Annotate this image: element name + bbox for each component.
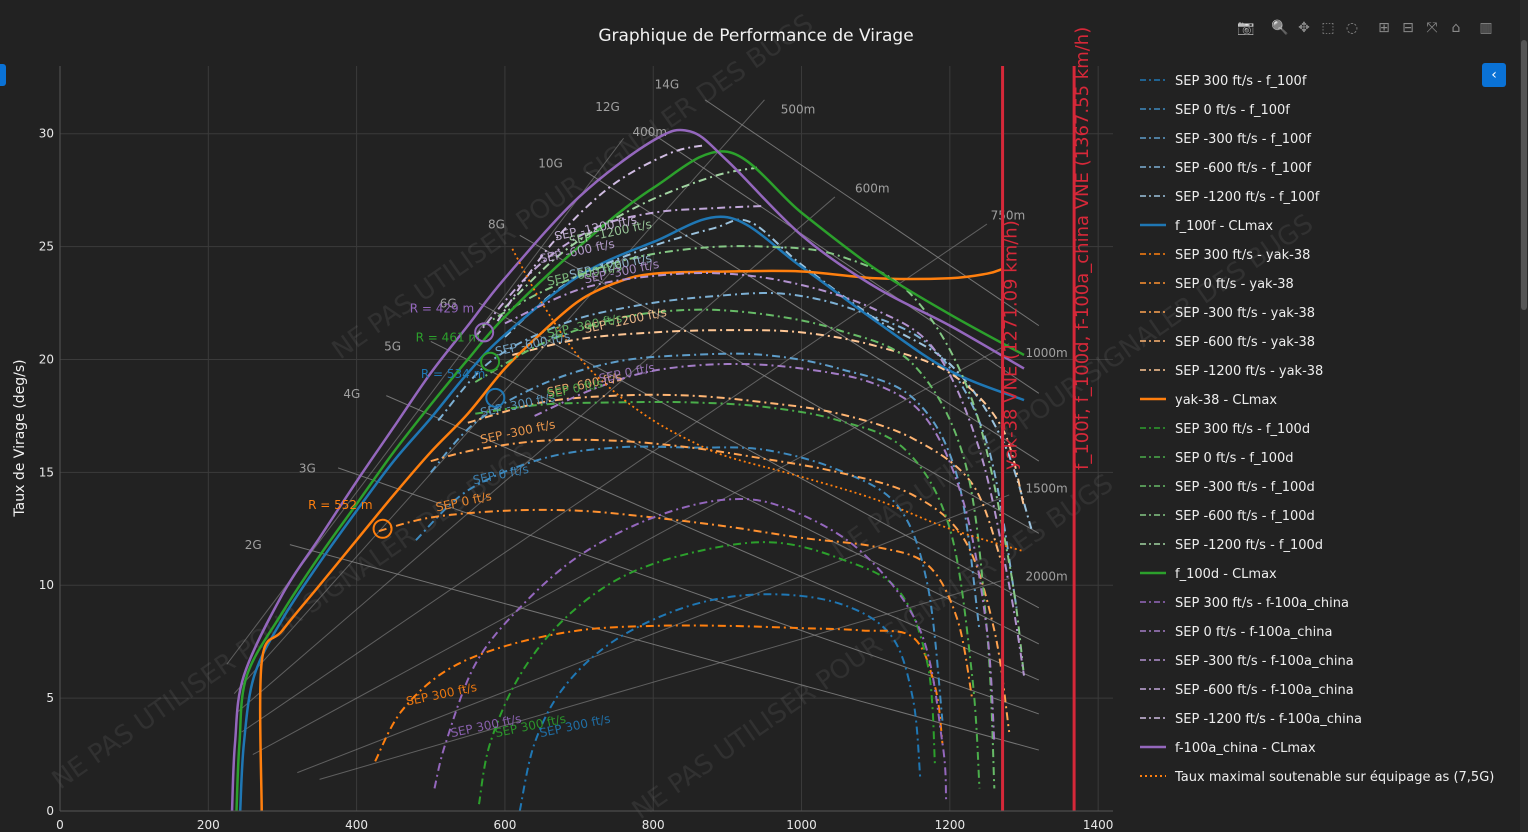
g-load-label: 5G <box>384 339 401 353</box>
scrollbar[interactable] <box>1520 0 1528 832</box>
pan-icon[interactable]: ✥ <box>1294 18 1314 38</box>
radius-label: 600m <box>855 181 890 195</box>
vne-label: yak-38 VNE (1271.09 km/h) <box>1001 220 1022 470</box>
chart-title: Graphique de Performance de Virage <box>598 26 913 46</box>
legend-label: yak-38 - CLmax <box>1175 393 1277 408</box>
y-tick-label: 15 <box>39 465 54 479</box>
camera-icon[interactable]: 📷 <box>1236 18 1256 38</box>
legend-label: SEP -1200 ft/s - f_100f <box>1175 190 1320 205</box>
g-load-label: 10G <box>538 157 563 171</box>
legend-item-taux-maximal-soutenable-sur-quipage-as-7-5g[interactable]: Taux maximal soutenable sur équipage as … <box>1140 770 1494 785</box>
legend-label: SEP -1200 ft/s - yak-38 <box>1175 364 1323 379</box>
legend-label: SEP 300 ft/s - f_100f <box>1175 74 1307 89</box>
zoom-in-icon[interactable]: ⊞ <box>1374 18 1394 38</box>
x-tick-label: 200 <box>197 818 220 832</box>
x-tick-label: 800 <box>642 818 665 832</box>
legend-label: SEP -1200 ft/s - f-100a_china <box>1175 712 1362 727</box>
y-tick-label: 5 <box>46 691 54 705</box>
legend-label: Taux maximal soutenable sur équipage as … <box>1174 770 1494 785</box>
x-tick-label: 1400 <box>1083 818 1114 832</box>
y-tick-label: 20 <box>39 352 54 366</box>
legend-label: f-100a_china - CLmax <box>1175 741 1316 756</box>
left-panel-tab[interactable] <box>0 64 6 86</box>
reset-axes-icon[interactable]: ⌂ <box>1446 18 1466 38</box>
x-tick-label: 1200 <box>935 818 966 832</box>
legend-label: SEP 0 ft/s - yak-38 <box>1175 277 1294 292</box>
legend-label: SEP 0 ft/s - f-100a_china <box>1175 625 1332 640</box>
legend-label: SEP -300 ft/s - f_100d <box>1175 480 1315 495</box>
x-tick-label: 1000 <box>786 818 817 832</box>
g-load-label: 4G <box>343 387 360 401</box>
collapse-panel-button[interactable]: ‹ <box>1482 63 1506 87</box>
lasso-icon[interactable]: ◌ <box>1342 18 1362 38</box>
radius-label: 2000m <box>1025 570 1067 584</box>
radius-label: 1500m <box>1025 482 1067 496</box>
x-tick-label: 0 <box>56 818 64 832</box>
legend-label: f_100d - CLmax <box>1175 567 1277 582</box>
legend-label: SEP -1200 ft/s - f_100d <box>1175 538 1323 553</box>
corner-radius-label: R = 534 m <box>421 367 485 381</box>
scroll-thumb[interactable] <box>1521 40 1527 310</box>
radius-label: 1000m <box>1025 346 1067 360</box>
turn-performance-chart: NE PAS UTILISER POUR SIGNALER DES BUGSNE… <box>0 0 1528 832</box>
g-load-label: 2G <box>245 538 262 552</box>
y-tick-label: 10 <box>39 578 54 592</box>
y-tick-label: 0 <box>46 804 54 818</box>
legend-label: SEP 300 ft/s - yak-38 <box>1175 248 1310 263</box>
legend-label: SEP -300 ft/s - f-100a_china <box>1175 654 1354 669</box>
y-axis-label: Taux de Virage (deg/s) <box>12 359 28 517</box>
legend-label: SEP -300 ft/s - f_100f <box>1175 132 1312 147</box>
legend-label: SEP 300 ft/s - f-100a_china <box>1175 596 1349 611</box>
y-tick-label: 30 <box>39 127 54 141</box>
y-tick-label: 25 <box>39 240 54 254</box>
g-load-label: 3G <box>299 461 316 475</box>
legend-label: SEP -300 ft/s - yak-38 <box>1175 306 1315 321</box>
radius-label: 500m <box>781 102 816 116</box>
corner-radius-label: R = 429 m <box>410 301 474 315</box>
plotly-logo-icon[interactable]: ▥ <box>1476 18 1496 38</box>
legend-label: f_100f - CLmax <box>1175 219 1273 234</box>
x-tick-label: 600 <box>493 818 516 832</box>
legend-label: SEP -600 ft/s - f_100d <box>1175 509 1315 524</box>
legend-label: SEP 300 ft/s - f_100d <box>1175 422 1310 437</box>
legend-label: SEP 0 ft/s - f_100f <box>1175 103 1290 118</box>
vne-label: f_100f, f_100d, f-100a_china VNE (1367.5… <box>1072 27 1093 470</box>
g-load-label: 14G <box>655 78 680 92</box>
corner-radius-label: R = 461 m <box>416 331 480 345</box>
g-load-label: 12G <box>595 100 620 114</box>
autoscale-icon[interactable]: ⤧ <box>1422 18 1442 38</box>
zoom-icon[interactable]: 🔍 <box>1270 18 1290 38</box>
box-select-icon[interactable]: ⬚ <box>1318 18 1338 38</box>
x-tick-label: 400 <box>345 818 368 832</box>
legend-label: SEP -600 ft/s - f_100f <box>1175 161 1312 176</box>
legend-label: SEP -600 ft/s - f-100a_china <box>1175 683 1354 698</box>
corner-radius-label: R = 552 m <box>308 498 372 512</box>
zoom-out-icon[interactable]: ⊟ <box>1398 18 1418 38</box>
g-load-label: 8G <box>488 218 505 232</box>
legend-label: SEP 0 ft/s - f_100d <box>1175 451 1294 466</box>
legend-label: SEP -600 ft/s - yak-38 <box>1175 335 1315 350</box>
